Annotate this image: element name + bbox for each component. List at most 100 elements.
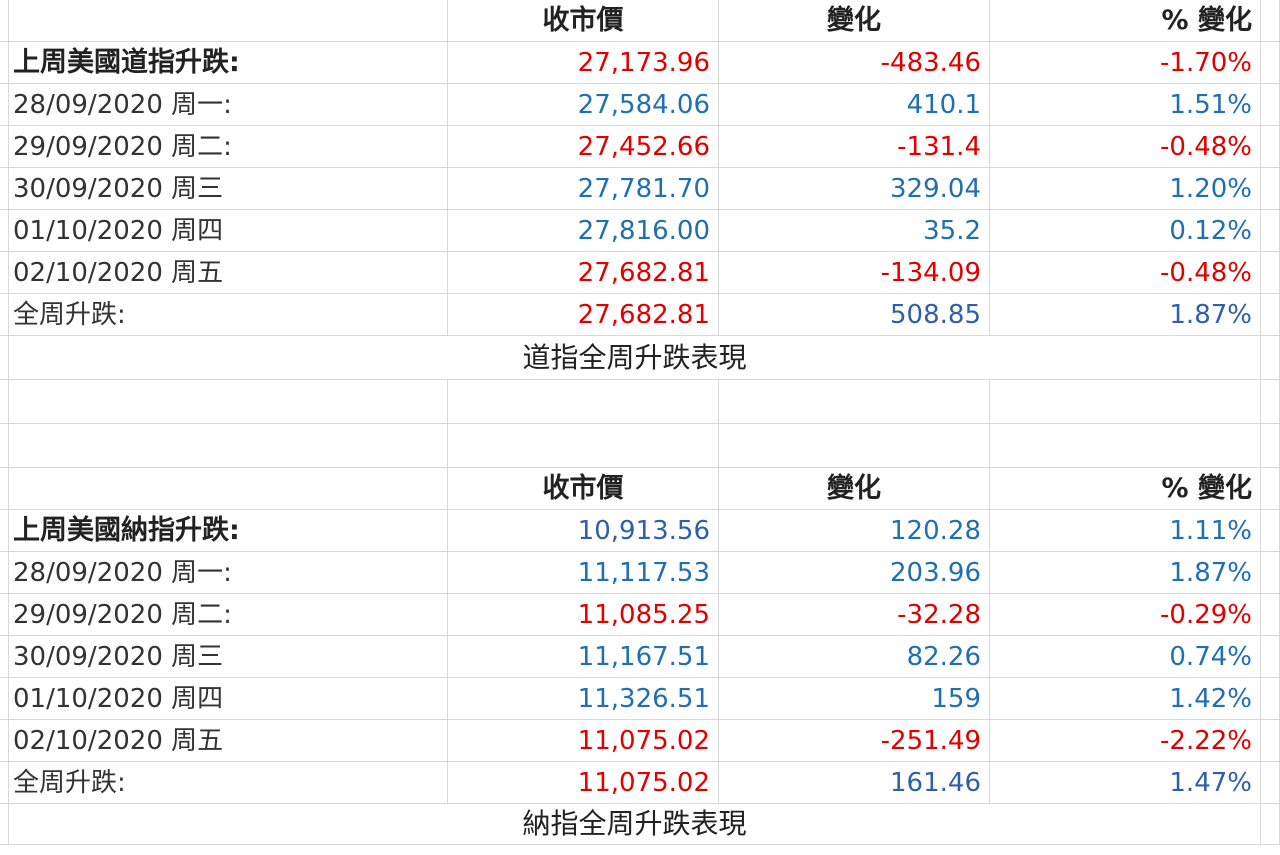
dow-row-label[interactable]: 29/09/2020 周二: (9, 126, 448, 168)
dow-week-label[interactable]: 全周升跌: (9, 294, 448, 336)
row-edge[interactable] (0, 42, 9, 84)
row-edge[interactable] (1261, 210, 1280, 252)
dow-title[interactable]: 上周美國道指升跌: (9, 42, 448, 84)
row-edge[interactable] (0, 552, 9, 594)
row-edge[interactable] (0, 294, 9, 336)
dow-row-pct[interactable]: 1.51% (990, 84, 1261, 126)
dow-summary-change[interactable]: -483.46 (719, 42, 990, 84)
row-edge[interactable] (1261, 720, 1280, 762)
dow-caption[interactable]: 道指全周升跌表現 (9, 336, 1261, 380)
row-edge[interactable] (0, 126, 9, 168)
dow-row-label[interactable]: 28/09/2020 周一: (9, 84, 448, 126)
nasdaq-row-change[interactable]: 82.26 (719, 636, 990, 678)
row-edge[interactable] (0, 168, 9, 210)
dow-row-change[interactable]: -131.4 (719, 126, 990, 168)
row-edge[interactable] (0, 424, 9, 468)
empty-cell[interactable] (990, 380, 1261, 424)
header-pct[interactable]: % 變化 (990, 0, 1261, 42)
nasdaq-row-close[interactable]: 11,085.25 (448, 594, 719, 636)
header-change[interactable]: 變化 (719, 468, 990, 510)
row-edge[interactable] (0, 336, 9, 380)
row-edge[interactable] (1261, 678, 1280, 720)
nasdaq-week-pct[interactable]: 1.47% (990, 762, 1261, 804)
nasdaq-row-pct[interactable]: -0.29% (990, 594, 1261, 636)
dow-row-close[interactable]: 27,781.70 (448, 168, 719, 210)
nasdaq-caption[interactable]: 納指全周升跌表現 (9, 804, 1261, 845)
nasdaq-summary-pct[interactable]: 1.11% (990, 510, 1261, 552)
nasdaq-row-label[interactable]: 01/10/2020 周四 (9, 678, 448, 720)
nasdaq-row-pct[interactable]: -2.22% (990, 720, 1261, 762)
row-edge[interactable] (1261, 468, 1280, 510)
nasdaq-summary-change[interactable]: 120.28 (719, 510, 990, 552)
nasdaq-week-label[interactable]: 全周升跌: (9, 762, 448, 804)
row-edge[interactable] (1261, 294, 1280, 336)
dow-row-close[interactable]: 27,816.00 (448, 210, 719, 252)
row-edge[interactable] (1261, 42, 1280, 84)
dow-row-pct[interactable]: 1.20% (990, 168, 1261, 210)
empty-cell[interactable] (9, 380, 448, 424)
header-pct[interactable]: % 變化 (990, 468, 1261, 510)
row-edge[interactable] (0, 594, 9, 636)
row-edge[interactable] (1261, 762, 1280, 804)
row-edge[interactable] (1261, 804, 1280, 845)
row-edge[interactable] (0, 84, 9, 126)
nasdaq-row-label[interactable]: 28/09/2020 周一: (9, 552, 448, 594)
dow-row-label[interactable]: 30/09/2020 周三 (9, 168, 448, 210)
nasdaq-row-close[interactable]: 11,117.53 (448, 552, 719, 594)
dow-row-close[interactable]: 27,584.06 (448, 84, 719, 126)
empty-cell[interactable] (9, 424, 448, 468)
nasdaq-row-label[interactable]: 29/09/2020 周二: (9, 594, 448, 636)
nasdaq-row-change[interactable]: -32.28 (719, 594, 990, 636)
nasdaq-row-change[interactable]: -251.49 (719, 720, 990, 762)
nasdaq-week-close[interactable]: 11,075.02 (448, 762, 719, 804)
row-edge[interactable] (1261, 0, 1280, 42)
empty-cell[interactable] (719, 380, 990, 424)
row-edge[interactable] (1261, 380, 1280, 424)
empty-cell[interactable] (448, 380, 719, 424)
row-edge[interactable] (0, 380, 9, 424)
row-edge[interactable] (1261, 636, 1280, 678)
row-edge[interactable] (0, 762, 9, 804)
dow-week-pct[interactable]: 1.87% (990, 294, 1261, 336)
row-edge[interactable] (1261, 552, 1280, 594)
dow-row-close[interactable]: 27,682.81 (448, 252, 719, 294)
dow-row-label[interactable]: 01/10/2020 周四 (9, 210, 448, 252)
dow-row-label[interactable]: 02/10/2020 周五 (9, 252, 448, 294)
row-edge[interactable] (0, 210, 9, 252)
row-edge[interactable] (1261, 84, 1280, 126)
row-edge[interactable] (1261, 424, 1280, 468)
row-edge[interactable] (0, 0, 9, 42)
dow-summary-close[interactable]: 27,173.96 (448, 42, 719, 84)
nasdaq-row-change[interactable]: 203.96 (719, 552, 990, 594)
empty-cell[interactable] (448, 424, 719, 468)
empty-cell[interactable] (719, 424, 990, 468)
row-edge[interactable] (0, 510, 9, 552)
nasdaq-row-close[interactable]: 11,167.51 (448, 636, 719, 678)
dow-summary-pct[interactable]: -1.70% (990, 42, 1261, 84)
row-edge[interactable] (1261, 126, 1280, 168)
row-edge[interactable] (1261, 336, 1280, 380)
row-edge[interactable] (1261, 168, 1280, 210)
empty-cell[interactable] (9, 0, 448, 42)
row-edge[interactable] (0, 804, 9, 845)
row-edge[interactable] (1261, 594, 1280, 636)
row-edge[interactable] (0, 252, 9, 294)
dow-row-pct[interactable]: 0.12% (990, 210, 1261, 252)
nasdaq-row-pct[interactable]: 1.42% (990, 678, 1261, 720)
empty-cell[interactable] (990, 424, 1261, 468)
empty-cell[interactable] (9, 468, 448, 510)
row-edge[interactable] (0, 678, 9, 720)
nasdaq-row-pct[interactable]: 1.87% (990, 552, 1261, 594)
row-edge[interactable] (0, 468, 9, 510)
row-edge[interactable] (0, 720, 9, 762)
dow-row-close[interactable]: 27,452.66 (448, 126, 719, 168)
row-edge[interactable] (1261, 252, 1280, 294)
dow-row-change[interactable]: -134.09 (719, 252, 990, 294)
nasdaq-row-pct[interactable]: 0.74% (990, 636, 1261, 678)
dow-row-pct[interactable]: -0.48% (990, 252, 1261, 294)
nasdaq-row-change[interactable]: 159 (719, 678, 990, 720)
header-close[interactable]: 收市價 (448, 468, 719, 510)
nasdaq-row-close[interactable]: 11,326.51 (448, 678, 719, 720)
nasdaq-row-label[interactable]: 02/10/2020 周五 (9, 720, 448, 762)
nasdaq-row-close[interactable]: 11,075.02 (448, 720, 719, 762)
